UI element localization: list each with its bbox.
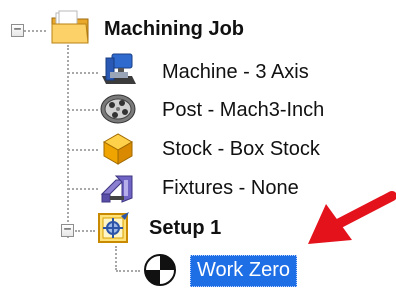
tree-item-post[interactable]: Post - Mach3-Inch: [162, 98, 324, 122]
work-zero-icon: [142, 252, 182, 288]
tree-item-fixtures[interactable]: Fixtures - None: [162, 176, 299, 200]
tree-connector: [75, 230, 95, 232]
tree-connector: [68, 188, 98, 190]
tree-item-stock[interactable]: Stock - Box Stock: [162, 137, 320, 161]
annotation-arrow: [308, 191, 396, 244]
tree-connector: [68, 149, 98, 151]
tree-connector: [68, 72, 98, 74]
tree-item-machine[interactable]: Machine - 3 Axis: [162, 60, 309, 84]
tree-connector: [115, 246, 117, 270]
tree-item-work-zero[interactable]: Work Zero: [190, 255, 297, 287]
machine-icon: [98, 52, 138, 88]
job-tree: − Machining Job Machine - 3 Axis Post - …: [0, 0, 396, 287]
tree-connector: [68, 109, 98, 111]
fixtures-icon: [98, 170, 138, 206]
stock-icon: [98, 130, 138, 166]
tree-connector: [24, 30, 46, 32]
tree-item-machining-job[interactable]: Machining Job: [104, 17, 244, 41]
post-icon: [98, 91, 138, 127]
collapse-toggle-root[interactable]: −: [11, 23, 24, 37]
collapse-toggle-setup[interactable]: −: [61, 223, 74, 237]
tree-item-setup-1[interactable]: Setup 1: [149, 216, 221, 240]
folder-icon: [50, 10, 90, 46]
setup-icon: [95, 210, 135, 246]
tree-connector: [116, 270, 140, 272]
